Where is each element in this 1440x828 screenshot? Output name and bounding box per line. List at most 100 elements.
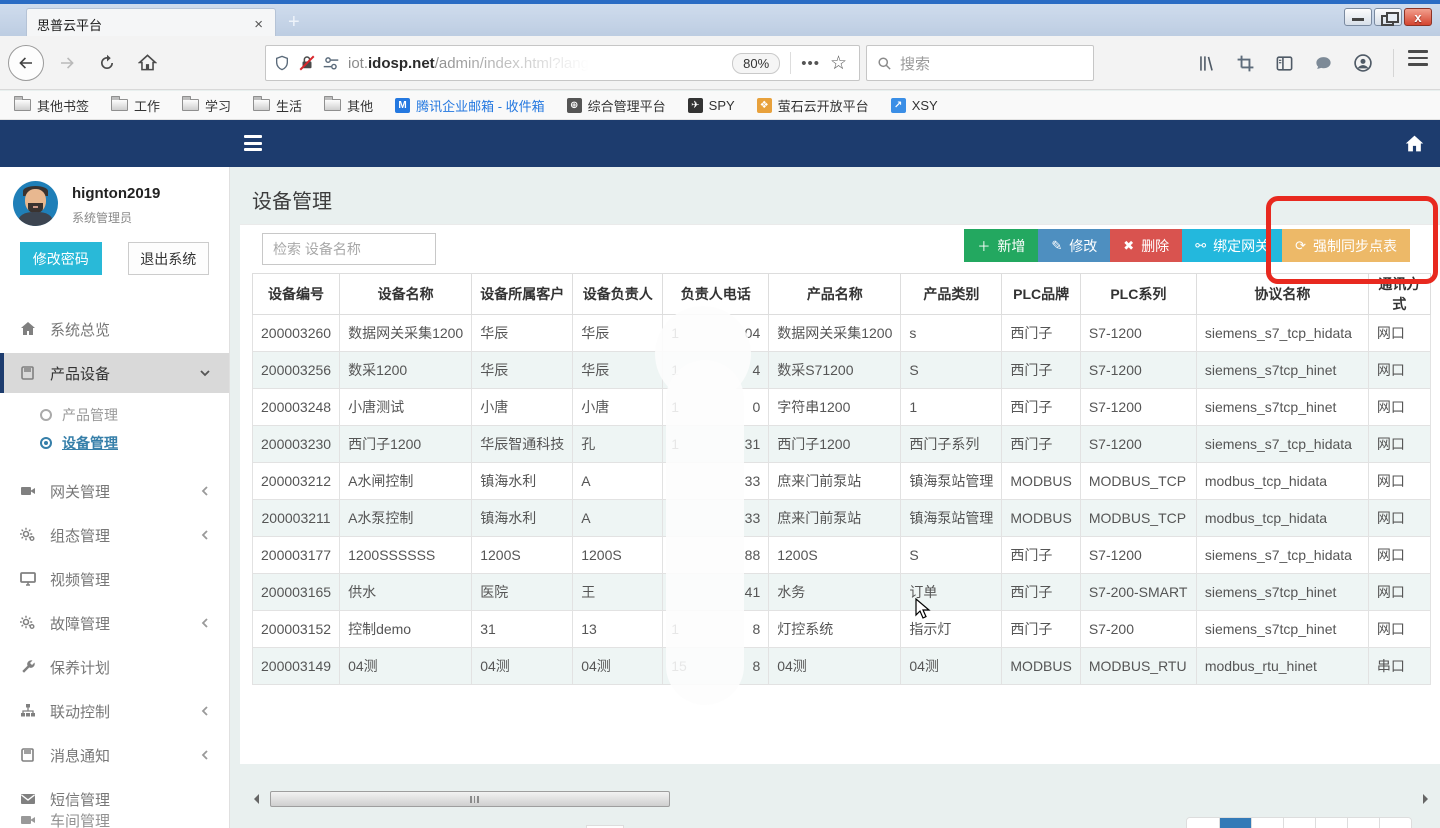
- bookmark-item[interactable]: ⊕综合管理平台: [567, 96, 666, 115]
- sidebar-item-8[interactable]: 消息通知: [0, 733, 229, 777]
- back-button[interactable]: [8, 45, 44, 81]
- page-button-1[interactable]: 1: [1219, 818, 1251, 828]
- page-button-4[interactable]: 4: [1315, 818, 1347, 828]
- device-search-input[interactable]: [262, 233, 436, 265]
- sidebar-item-1[interactable]: 产品设备: [0, 353, 229, 393]
- forward-button[interactable]: [50, 46, 84, 80]
- bookmark-item[interactable]: 其他: [324, 96, 373, 115]
- insecure-lock-icon[interactable]: [298, 54, 316, 72]
- app-home-icon[interactable]: [1405, 134, 1424, 153]
- toolbar-button-3[interactable]: ⚯绑定网关: [1182, 229, 1282, 262]
- sidebar-subitem-1[interactable]: 设备管理: [0, 429, 229, 457]
- table-row[interactable]: 200003230西门子1200华辰智通科技孔131西门子1200西门子系列西门…: [253, 426, 1431, 463]
- cell: S7-200: [1080, 611, 1196, 648]
- folder-icon: [253, 99, 270, 111]
- tab-close-icon[interactable]: ×: [252, 16, 265, 33]
- page-button-5[interactable]: 5: [1347, 818, 1379, 828]
- bookmark-item[interactable]: ✈SPY: [688, 98, 735, 113]
- sidebar-item-3[interactable]: 组态管理: [0, 513, 229, 557]
- scroll-left-icon[interactable]: [254, 794, 259, 804]
- sidebar-collapse-icon[interactable]: [244, 135, 262, 151]
- monitor-icon: [19, 571, 36, 587]
- sidebar-subitem-0[interactable]: 产品管理: [0, 401, 229, 429]
- table-row[interactable]: 200003211A水泵控制镇海水利A33庶来门前泵站镇海泵站管理MODBUSM…: [253, 500, 1431, 537]
- cell: 华辰: [472, 315, 573, 352]
- scrollbar-thumb[interactable]: [270, 791, 670, 807]
- cell: 西门子: [1002, 315, 1080, 352]
- app-icon: ❖: [757, 98, 772, 113]
- search-icon: [877, 56, 892, 71]
- screenshot-icon[interactable]: [1236, 54, 1255, 73]
- bookmark-item[interactable]: 工作: [111, 96, 160, 115]
- table-row[interactable]: 200003256数采1200华辰华辰14数采S71200S西门子S7-1200…: [253, 352, 1431, 389]
- column-header[interactable]: 设备名称: [340, 274, 472, 315]
- window-minimize-button[interactable]: [1344, 8, 1372, 26]
- column-header[interactable]: 设备负责人: [573, 274, 663, 315]
- shield-icon[interactable]: [274, 54, 290, 72]
- bookmark-item[interactable]: 生活: [253, 96, 302, 115]
- window-restore-button[interactable]: [1374, 8, 1402, 26]
- pocket-chat-icon[interactable]: [1314, 54, 1333, 73]
- cell: 1200S: [472, 537, 573, 574]
- table-row[interactable]: 2000031771200SSSSSS1200S1200S881200SS西门子…: [253, 537, 1431, 574]
- sidebar-subitem-label: 产品管理: [62, 405, 118, 425]
- sidebar-item-7[interactable]: 联动控制: [0, 689, 229, 733]
- page-button-3[interactable]: 3: [1283, 818, 1315, 828]
- column-header[interactable]: PLC系列: [1080, 274, 1196, 315]
- toolbar-button-4[interactable]: ⟳强制同步点表: [1282, 229, 1410, 262]
- logout-button[interactable]: 退出系统: [128, 242, 210, 275]
- column-header[interactable]: 产品名称: [769, 274, 901, 315]
- change-password-button[interactable]: 修改密码: [20, 242, 102, 275]
- toolbar-button-1[interactable]: ✎修改: [1038, 229, 1110, 262]
- column-header[interactable]: 产品类别: [901, 274, 1002, 315]
- url-text[interactable]: iot.idosp.net/admin/index.html?lang: [348, 55, 726, 72]
- sidebar-item-5[interactable]: 故障管理: [0, 601, 229, 645]
- cell: 04测: [769, 648, 901, 685]
- table-row[interactable]: 200003152控制demo311318灯控系统指示灯西门子S7-200sie…: [253, 611, 1431, 648]
- table-row[interactable]: 200003165供水医院王41水务订单西门子S7-200-SMARTsieme…: [253, 574, 1431, 611]
- library-icon[interactable]: [1197, 54, 1216, 73]
- page-actions-icon[interactable]: •••: [801, 55, 820, 72]
- zoom-level-badge[interactable]: 80%: [732, 53, 780, 74]
- column-header[interactable]: 设备编号: [253, 274, 340, 315]
- window-close-button[interactable]: x: [1404, 8, 1432, 26]
- sidebar-item-10[interactable]: 车间管理: [0, 798, 128, 828]
- bookmark-item[interactable]: ↗XSY: [891, 98, 938, 113]
- cell: 200003230: [253, 426, 340, 463]
- bookmark-star-icon[interactable]: ☆: [830, 52, 847, 75]
- column-header[interactable]: 设备所属客户: [472, 274, 573, 315]
- sidebar-toggle-icon[interactable]: [1275, 54, 1294, 73]
- tab-title: 思普云平台: [37, 15, 252, 34]
- bookmark-item[interactable]: 学习: [182, 96, 231, 115]
- sidebar-item-6[interactable]: 保养计划: [0, 645, 229, 689]
- account-icon[interactable]: [1353, 53, 1373, 73]
- horizontal-scrollbar[interactable]: [252, 791, 1428, 809]
- bookmark-item[interactable]: M腾讯企业邮箱 - 收件箱: [395, 96, 545, 115]
- column-header[interactable]: 通讯方式: [1368, 274, 1430, 315]
- column-header[interactable]: PLC品牌: [1002, 274, 1080, 315]
- reload-button[interactable]: [90, 46, 124, 80]
- url-bar[interactable]: iot.idosp.net/admin/index.html?lang 80% …: [265, 45, 860, 81]
- page-button-2[interactable]: 2: [1251, 818, 1283, 828]
- browser-search-box[interactable]: 搜索: [866, 45, 1094, 81]
- new-tab-button[interactable]: +: [288, 12, 300, 32]
- firefox-menu-icon[interactable]: [1408, 50, 1428, 66]
- column-header[interactable]: 协议名称: [1196, 274, 1368, 315]
- page-button-‹[interactable]: ‹: [1187, 818, 1219, 828]
- scroll-right-icon[interactable]: [1423, 794, 1428, 804]
- home-icon: [19, 321, 36, 337]
- sidebar-item-4[interactable]: 视频管理: [0, 557, 229, 601]
- permissions-icon[interactable]: [322, 55, 340, 71]
- page-button-›[interactable]: ›: [1379, 818, 1411, 828]
- table-row[interactable]: 200003212A水闸控制镇海水利A33庶来门前泵站镇海泵站管理MODBUSM…: [253, 463, 1431, 500]
- home-button[interactable]: [130, 46, 164, 80]
- table-row[interactable]: 200003248小唐测试小唐小唐10字符串12001西门子S7-1200sie…: [253, 389, 1431, 426]
- bookmark-item[interactable]: 其他书签: [14, 96, 89, 115]
- toolbar-button-2[interactable]: ✖删除: [1110, 229, 1182, 262]
- table-row[interactable]: 20000314904测04测04测15804测04测MODBUSMODBUS_…: [253, 648, 1431, 685]
- table-row[interactable]: 200003260数据网关采集1200华辰华辰104数据网关采集1200s西门子…: [253, 315, 1431, 352]
- toolbar-button-0[interactable]: ＋新增: [964, 229, 1038, 262]
- sidebar-item-2[interactable]: 网关管理: [0, 469, 229, 513]
- sidebar-item-0[interactable]: 系统总览: [0, 307, 229, 351]
- bookmark-item[interactable]: ❖萤石云开放平台: [757, 96, 869, 115]
